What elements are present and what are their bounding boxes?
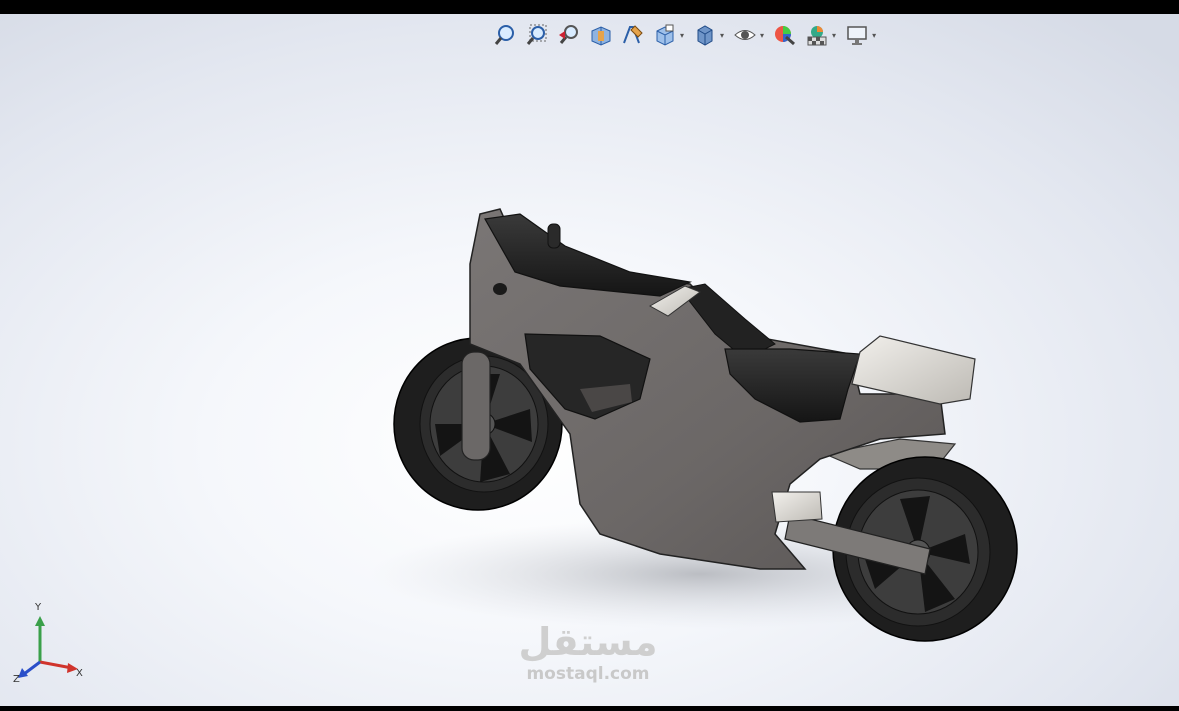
reference-triad[interactable]: Y X Z <box>10 602 90 685</box>
zoom-to-fit-button[interactable] <box>492 22 518 48</box>
dynamic-annotation-button[interactable] <box>620 22 646 48</box>
view-settings-dropdown[interactable]: ▾ <box>872 31 876 40</box>
view-orientation-icon <box>656 24 674 46</box>
watermark-latin: mostaql.com <box>526 664 650 684</box>
hide-show-dropdown[interactable]: ▾ <box>760 31 764 40</box>
mirror-stub <box>493 283 507 295</box>
view-orientation-dropdown[interactable]: ▾ <box>680 31 684 40</box>
motorcycle-model[interactable] <box>0 14 1179 706</box>
triad-z-label: Z <box>13 674 20 685</box>
hide-show-items-icon <box>734 30 756 40</box>
zoom-to-area-icon <box>526 24 547 45</box>
display-style-dropdown[interactable]: ▾ <box>720 31 724 40</box>
graphics-area[interactable]: ▾ ▾ ▾ ▾ ▾ Y X Z مستقل mostaql.com <box>0 14 1179 706</box>
section-view-button[interactable] <box>588 22 614 48</box>
screen-frame: ▾ ▾ ▾ ▾ ▾ Y X Z مستقل mostaql.com <box>0 0 1179 711</box>
x-axis-arrow <box>39 660 73 670</box>
heads-up-view-toolbar: ▾ ▾ ▾ ▾ ▾ <box>492 20 884 50</box>
view-settings-icon <box>847 26 867 45</box>
zoom-to-fit-icon <box>494 25 514 45</box>
rear-bracket <box>771 491 823 523</box>
triad-x-label: X <box>76 668 83 679</box>
previous-view-icon <box>559 25 578 44</box>
watermark-arabic: مستقل <box>518 620 658 664</box>
view-orientation-button[interactable] <box>652 22 678 48</box>
hide-show-button[interactable] <box>732 22 758 48</box>
apply-scene-icon <box>807 26 827 46</box>
edit-appearance-icon <box>775 26 796 46</box>
zoom-to-area-button[interactable] <box>524 22 550 48</box>
triad-y-label: Y <box>35 602 42 613</box>
watermark: مستقل mostaql.com <box>508 618 668 684</box>
apply-scene-dropdown[interactable]: ▾ <box>832 31 836 40</box>
edit-appearance-button[interactable] <box>772 22 798 48</box>
display-style-icon <box>697 25 713 46</box>
previous-view-button[interactable] <box>556 22 582 48</box>
display-style-button[interactable] <box>692 22 718 48</box>
front-fork[interactable] <box>461 351 491 461</box>
section-view-icon <box>591 26 611 46</box>
apply-scene-button[interactable] <box>804 22 830 48</box>
z-axis-arrow <box>23 660 41 676</box>
view-settings-button[interactable] <box>844 22 870 48</box>
dynamic-annotation-views-icon <box>623 25 643 44</box>
handlebar[interactable] <box>547 223 561 249</box>
